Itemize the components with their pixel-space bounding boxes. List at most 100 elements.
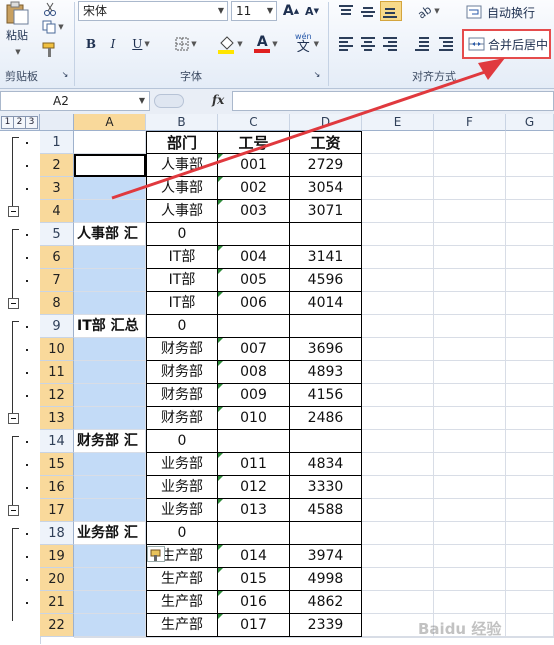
cell-g16[interactable]	[506, 476, 554, 499]
cell-d11[interactable]: 4893	[290, 361, 362, 384]
shrink-font-button[interactable]: A ▼	[302, 1, 322, 21]
column-header-c[interactable]: C	[218, 114, 290, 131]
cell-a16[interactable]	[74, 476, 146, 499]
cell-c17[interactable]: 013	[218, 499, 290, 522]
align-bottom-icon[interactable]	[380, 1, 402, 21]
font-size-dropdown[interactable]: 11 ▼	[231, 1, 277, 21]
cell-f14[interactable]	[434, 430, 506, 453]
cell-e1[interactable]	[362, 131, 434, 154]
row-header[interactable]: 1	[40, 131, 74, 154]
cell-g18[interactable]	[506, 522, 554, 545]
collapse-group-button[interactable]	[8, 206, 19, 217]
cell-g6[interactable]	[506, 246, 554, 269]
cell-b4[interactable]: 人事部	[146, 200, 218, 223]
bold-button[interactable]: B	[82, 34, 100, 54]
underline-button[interactable]: U ▼	[126, 34, 156, 54]
cell-f9[interactable]	[434, 315, 506, 338]
cell-g10[interactable]	[506, 338, 554, 361]
cell-f1[interactable]	[434, 131, 506, 154]
cell-e16[interactable]	[362, 476, 434, 499]
cell-c20[interactable]: 015	[218, 568, 290, 591]
cell-g11[interactable]	[506, 361, 554, 384]
cell-b6[interactable]: IT部	[146, 246, 218, 269]
row-header[interactable]: 17	[40, 499, 74, 522]
cell-e5[interactable]	[362, 223, 434, 246]
row-header[interactable]: 19	[40, 545, 74, 568]
cell-d13[interactable]: 2486	[290, 407, 362, 430]
fill-color-icon[interactable]: ▼	[214, 32, 246, 56]
decrease-indent-icon[interactable]	[413, 35, 431, 51]
cell-b20[interactable]: 生产部	[146, 568, 218, 591]
cell-b14[interactable]: 0	[146, 430, 218, 453]
cell-g17[interactable]	[506, 499, 554, 522]
cell-d9[interactable]	[290, 315, 362, 338]
cell-g2[interactable]	[506, 154, 554, 177]
font-name-dropdown[interactable]: 宋体 ▼	[78, 1, 228, 21]
cell-b16[interactable]: 业务部	[146, 476, 218, 499]
cell-d14[interactable]	[290, 430, 362, 453]
cell-b12[interactable]: 财务部	[146, 384, 218, 407]
cell-e4[interactable]	[362, 200, 434, 223]
cell-g12[interactable]	[506, 384, 554, 407]
cell-a9[interactable]: IT部 汇总	[74, 315, 146, 338]
column-header-a[interactable]: A	[74, 114, 146, 131]
cell-d10[interactable]: 3696	[290, 338, 362, 361]
row-header[interactable]: 11	[40, 361, 74, 384]
cell-a20[interactable]	[74, 568, 146, 591]
cell-e14[interactable]	[362, 430, 434, 453]
cell-d6[interactable]: 3141	[290, 246, 362, 269]
cell-c7[interactable]: 005	[218, 269, 290, 292]
cell-d21[interactable]: 4862	[290, 591, 362, 614]
cell-g1[interactable]	[506, 131, 554, 154]
cell-f2[interactable]	[434, 154, 506, 177]
align-center-icon[interactable]	[359, 35, 377, 51]
cell-g21[interactable]	[506, 591, 554, 614]
cell-e10[interactable]	[362, 338, 434, 361]
cell-e8[interactable]	[362, 292, 434, 315]
cell-c12[interactable]: 009	[218, 384, 290, 407]
column-header-f[interactable]: F	[434, 114, 506, 131]
cell-g8[interactable]	[506, 292, 554, 315]
cell-b17[interactable]: 业务部	[146, 499, 218, 522]
cell-g4[interactable]	[506, 200, 554, 223]
row-header[interactable]: 4	[40, 200, 74, 223]
border-icon[interactable]: ▼	[170, 34, 202, 54]
cell-a7[interactable]	[74, 269, 146, 292]
cell-e13[interactable]	[362, 407, 434, 430]
cut-icon[interactable]	[40, 0, 60, 18]
column-header-d[interactable]: D	[290, 114, 362, 131]
cell-a22[interactable]	[74, 614, 146, 637]
cell-f8[interactable]	[434, 292, 506, 315]
cell-e21[interactable]	[362, 591, 434, 614]
cell-f17[interactable]	[434, 499, 506, 522]
outline-level-3-button[interactable]: 3	[25, 116, 38, 129]
grow-font-button[interactable]: A ▲	[281, 1, 301, 21]
row-header[interactable]: 5	[40, 223, 74, 246]
cell-a15[interactable]	[74, 453, 146, 476]
cell-b10[interactable]: 财务部	[146, 338, 218, 361]
row-header[interactable]: 22	[40, 614, 74, 637]
cell-e3[interactable]	[362, 177, 434, 200]
row-header[interactable]: 10	[40, 338, 74, 361]
cell-g19[interactable]	[506, 545, 554, 568]
cell-d4[interactable]: 3071	[290, 200, 362, 223]
cell-f15[interactable]	[434, 453, 506, 476]
cell-a6[interactable]	[74, 246, 146, 269]
cell-d16[interactable]: 3330	[290, 476, 362, 499]
row-header[interactable]: 9	[40, 315, 74, 338]
cell-c5[interactable]	[218, 223, 290, 246]
cell-c1[interactable]: 工号	[218, 131, 290, 154]
clipboard-launcher-icon[interactable]: ↘	[60, 69, 70, 79]
cell-d8[interactable]: 4014	[290, 292, 362, 315]
cell-f4[interactable]	[434, 200, 506, 223]
name-box[interactable]: A2 ▼	[0, 91, 150, 111]
cell-b3[interactable]: 人事部	[146, 177, 218, 200]
cell-b13[interactable]: 财务部	[146, 407, 218, 430]
cell-f3[interactable]	[434, 177, 506, 200]
increase-indent-icon[interactable]	[437, 35, 455, 51]
cell-f7[interactable]	[434, 269, 506, 292]
cell-d2[interactable]: 2729	[290, 154, 362, 177]
paste-button[interactable]: 粘贴	[2, 26, 32, 44]
cell-d12[interactable]: 4156	[290, 384, 362, 407]
cell-d5[interactable]	[290, 223, 362, 246]
